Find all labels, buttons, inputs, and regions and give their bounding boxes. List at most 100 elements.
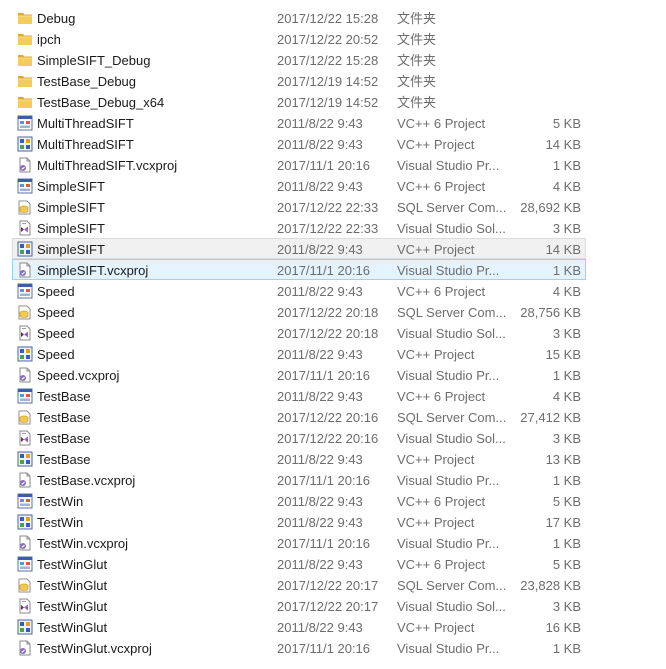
file-type: Visual Studio Pr...: [397, 536, 500, 551]
file-date-modified: 2011/8/22 9:43: [277, 116, 363, 131]
file-row[interactable]: TestWin 2011/8/22 9:43 VC++ Project 17 KB: [12, 511, 586, 532]
file-name: TestBase: [37, 389, 91, 404]
file-row[interactable]: Speed.vcxproj 2017/11/1 20:16 Visual Studi…: [12, 364, 586, 385]
vc6-project-icon: [17, 556, 33, 572]
file-date-modified: 2017/12/22 20:16: [277, 410, 379, 425]
file-row[interactable]: MultiThreadSIFT.vcxproj 2017/11/1 20:16 Vi…: [12, 154, 586, 175]
vc6-project-icon: [17, 388, 33, 404]
vs-solution-icon: [17, 220, 33, 236]
file-row[interactable]: TestWinGlut 2017/12/22 20:17 Visual Studio…: [12, 595, 586, 616]
file-type: SQL Server Com...: [397, 305, 507, 320]
file-row[interactable]: Debug 2017/12/22 15:28 文件夹: [12, 7, 586, 28]
file-type: VC++ 6 Project: [397, 389, 486, 404]
file-name: TestBase: [37, 452, 91, 467]
file-name: TestWin.vcxproj: [37, 536, 129, 551]
file-row[interactable]: Speed 2011/8/22 9:43 VC++ 6 Project 4 KB: [12, 280, 586, 301]
file-row[interactable]: TestBase 2011/8/22 9:43 VC++ Project 13 KB: [12, 448, 586, 469]
file-date-modified: 2011/8/22 9:43: [277, 620, 363, 635]
file-row[interactable]: TestWin 2011/8/22 9:43 VC++ 6 Project 5 KB: [12, 490, 586, 511]
file-type: VC++ 6 Project: [397, 494, 486, 509]
file-row[interactable]: Speed 2017/12/22 20:18 Visual Studio Sol..…: [12, 322, 586, 343]
file-date-modified: 2017/11/1 20:16: [277, 641, 371, 656]
sql-db-icon: [17, 199, 33, 215]
file-type: Visual Studio Sol...: [397, 599, 506, 614]
file-size: 17 KB: [545, 515, 581, 530]
file-row[interactable]: MultiThreadSIFT 2011/8/22 9:43 VC++ 6 Proj…: [12, 112, 586, 133]
file-name: ipch: [37, 32, 61, 47]
file-type: VC++ Project: [397, 242, 475, 257]
file-row[interactable]: TestBase.vcxproj 2017/11/1 20:16 Visual St…: [12, 469, 586, 490]
file-row[interactable]: TestBase 2017/12/22 20:16 SQL Server Com..…: [12, 406, 586, 427]
file-size: 3 KB: [552, 326, 581, 341]
file-size: 1 KB: [552, 158, 581, 173]
file-date-modified: 2017/12/22 22:33: [277, 221, 379, 236]
file-type: SQL Server Com...: [397, 578, 507, 593]
file-name: Speed: [37, 284, 75, 299]
folder-icon: [17, 31, 33, 47]
file-date-modified: 2017/12/22 15:28: [277, 53, 379, 68]
file-row[interactable]: TestWinGlut 2017/12/22 20:17 SQL Server Co…: [12, 574, 586, 595]
file-row[interactable]: TestBase_Debug_x64 2017/12/19 14:52 文件夹: [12, 91, 586, 112]
file-row[interactable]: Speed 2011/8/22 9:43 VC++ Project 15 KB: [12, 343, 586, 364]
file-size: 5 KB: [552, 557, 581, 572]
file-row[interactable]: SimpleSIFT 2011/8/22 9:43 VC++ 6 Project 4 …: [12, 175, 586, 196]
folder-icon: [17, 73, 33, 89]
vc6-project-icon: [17, 493, 33, 509]
file-row[interactable]: TestBase_Debug 2017/12/19 14:52 文件夹: [12, 70, 586, 91]
file-date-modified: 2011/8/22 9:43: [277, 515, 363, 530]
file-name: Speed: [37, 347, 75, 362]
file-date-modified: 2011/8/22 9:43: [277, 137, 363, 152]
vs-project-icon: [17, 472, 33, 488]
file-type: Visual Studio Sol...: [397, 221, 506, 236]
file-row[interactable]: MultiThreadSIFT 2011/8/22 9:43 VC++ Projec…: [12, 133, 586, 154]
file-name: MultiThreadSIFT: [37, 137, 134, 152]
file-row[interactable]: TestWinGlut 2011/8/22 9:43 VC++ 6 Project 5…: [12, 553, 586, 574]
vs-project-icon: [17, 262, 33, 278]
file-date-modified: 2017/12/22 20:18: [277, 305, 379, 320]
file-name: TestWinGlut: [37, 578, 108, 593]
file-date-modified: 2011/8/22 9:43: [277, 452, 363, 467]
file-name: SimpleSIFT: [37, 179, 105, 194]
file-type: 文件夹: [397, 11, 437, 26]
vc-project-icon: [17, 346, 33, 362]
file-date-modified: 2017/11/1 20:16: [277, 158, 371, 173]
file-size: 1 KB: [552, 263, 581, 278]
file-row[interactable]: SimpleSIFT_Debug 2017/12/22 15:28 文件夹: [12, 49, 586, 70]
file-row[interactable]: SimpleSIFT 2017/12/22 22:33 SQL Server Com…: [12, 196, 586, 217]
file-date-modified: 2017/12/19 14:52: [277, 74, 379, 89]
vs-project-icon: [17, 367, 33, 383]
vc6-project-icon: [17, 115, 33, 131]
file-type: VC++ 6 Project: [397, 179, 486, 194]
file-type: 文件夹: [397, 74, 437, 89]
file-date-modified: 2017/12/22 20:52: [277, 32, 379, 47]
file-size: 15 KB: [545, 347, 581, 362]
file-date-modified: 2011/8/22 9:43: [277, 347, 363, 362]
file-row[interactable]: SimpleSIFT 2011/8/22 9:43 VC++ Project 14 K…: [12, 238, 586, 259]
file-type: Visual Studio Sol...: [397, 326, 506, 341]
file-name: SimpleSIFT.vcxproj: [37, 263, 149, 278]
file-row[interactable]: SimpleSIFT 2017/12/22 22:33 Visual Studio …: [12, 217, 586, 238]
file-name: Speed: [37, 326, 75, 341]
file-date-modified: 2017/12/22 20:16: [277, 431, 379, 446]
file-row[interactable]: TestBase 2017/12/22 20:16 Visual Studio So…: [12, 427, 586, 448]
vs-solution-icon: [17, 598, 33, 614]
file-type: VC++ Project: [397, 515, 475, 530]
file-name: TestBase_Debug_x64: [37, 95, 165, 110]
file-row[interactable]: TestWinGlut 2011/8/22 9:43 VC++ Project 16 …: [12, 616, 586, 637]
file-date-modified: 2017/11/1 20:16: [277, 473, 371, 488]
file-name: Speed: [37, 305, 75, 320]
file-name: TestBase: [37, 410, 91, 425]
file-name: TestWinGlut: [37, 599, 108, 614]
file-name: TestWinGlut.vcxproj: [37, 641, 152, 656]
file-row[interactable]: TestBase 2011/8/22 9:43 VC++ 6 Project 4 KB: [12, 385, 586, 406]
file-size: 28,756 KB: [520, 305, 581, 320]
file-date-modified: 2017/11/1 20:16: [277, 536, 371, 551]
file-date-modified: 2017/12/22 15:28: [277, 11, 379, 26]
file-name: TestBase.vcxproj: [37, 473, 136, 488]
file-row[interactable]: TestWinGlut.vcxproj 2017/11/1 20:16 Visual…: [12, 637, 586, 658]
file-row[interactable]: Speed 2017/12/22 20:18 SQL Server Com... 28…: [12, 301, 586, 322]
file-row[interactable]: TestWin.vcxproj 2017/11/1 20:16 Visual Stu…: [12, 532, 586, 553]
file-size: 3 KB: [552, 431, 581, 446]
file-row[interactable]: SimpleSIFT.vcxproj 2017/11/1 20:16 Visual …: [12, 259, 586, 280]
file-row[interactable]: ipch 2017/12/22 20:52 文件夹: [12, 28, 586, 49]
